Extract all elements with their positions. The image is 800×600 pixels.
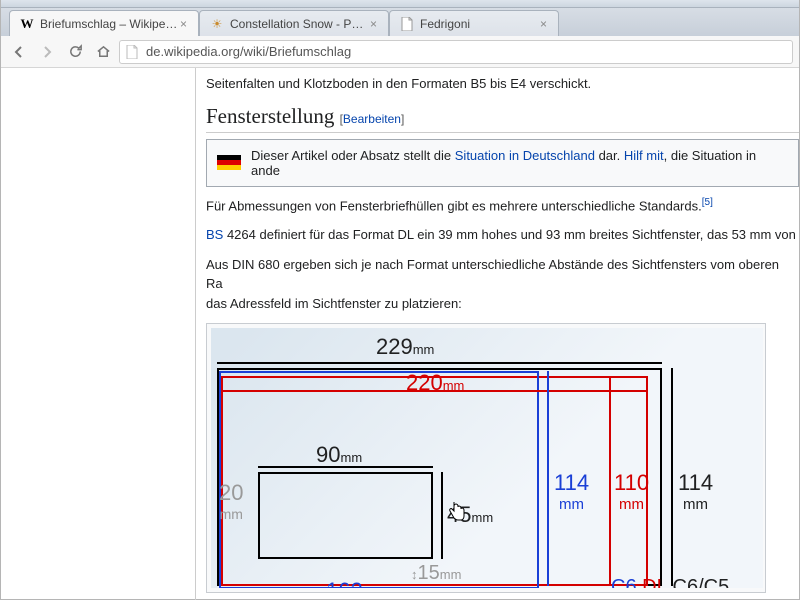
dim-114-black: 114mm: [678, 470, 713, 513]
forward-button[interactable]: [35, 40, 59, 64]
bs-link[interactable]: BS: [206, 227, 223, 242]
germany-flag-icon: [217, 155, 241, 170]
sidebar-gutter: [1, 68, 196, 600]
dim-20: 20mm: [219, 480, 243, 522]
toolbar: de.wikipedia.org/wiki/Briefumschlag: [1, 36, 799, 68]
tab-label: Briefumschlag – Wikipedia: [40, 17, 180, 31]
tab-bar: W Briefumschlag – Wikipedia × ☀ Constell…: [1, 8, 799, 36]
page-icon: [126, 45, 140, 59]
wikipedia-favicon-icon: W: [20, 17, 34, 31]
article-body: Seitenfalten und Klotzboden in den Forma…: [196, 68, 799, 600]
tab-constellation[interactable]: ☀ Constellation Snow - Pape ×: [199, 10, 389, 36]
close-icon[interactable]: ×: [180, 19, 190, 29]
notice-text: Dieser Artikel oder Absatz stellt die Si…: [251, 148, 788, 178]
tab-fedrigoni[interactable]: Fedrigoni ×: [389, 10, 559, 36]
format-labels: C6 DL C6/C5: [611, 576, 729, 588]
dim-220: 220mm: [406, 370, 464, 396]
dim-15: ↕15mm: [411, 562, 461, 585]
dim-229: 229mm: [376, 334, 434, 360]
paragraph-standards: Für Abmessungen von Fensterbriefhüllen g…: [206, 195, 799, 216]
close-icon[interactable]: ×: [370, 19, 380, 29]
back-button[interactable]: [7, 40, 31, 64]
envelope-diagram[interactable]: 229mm 220mm 90mm 20mm 45mm ↕15mm: [206, 323, 766, 593]
reference-5[interactable]: [5]: [702, 197, 713, 208]
reload-button[interactable]: [63, 40, 87, 64]
dim-114-blue: 114mm: [554, 470, 589, 513]
paragraph-bs4264: BS 4264 definiert für das Format DL ein …: [206, 225, 799, 245]
intro-fragment: Seitenfalten und Klotzboden in den Forma…: [206, 74, 799, 94]
sun-favicon-icon: ☀: [210, 17, 224, 31]
tab-label: Constellation Snow - Pape: [230, 17, 370, 31]
dim-45: 45mm: [447, 502, 493, 528]
edit-link[interactable]: Bearbeiten: [343, 112, 401, 126]
dim-162: 162mm: [326, 578, 384, 588]
dim-110: 110mm: [614, 470, 649, 513]
section-heading: Fensterstellung [Bearbeiten]: [206, 104, 799, 133]
close-icon[interactable]: ×: [540, 19, 550, 29]
tab-wikipedia[interactable]: W Briefumschlag – Wikipedia ×: [9, 10, 199, 36]
rect-window: [258, 472, 433, 559]
help-link[interactable]: Hilf mit: [624, 148, 664, 163]
situation-link[interactable]: Situation in Deutschland: [455, 148, 595, 163]
paragraph-din680: Aus DIN 680 ergeben sich je nach Format …: [206, 255, 799, 314]
section-title: Fensterstellung: [206, 104, 334, 128]
address-bar[interactable]: de.wikipedia.org/wiki/Briefumschlag: [119, 40, 793, 64]
country-notice: Dieser Artikel oder Absatz stellt die Si…: [206, 139, 799, 187]
url-text: de.wikipedia.org/wiki/Briefumschlag: [146, 44, 351, 59]
page-favicon-icon: [400, 17, 414, 31]
home-button[interactable]: [91, 40, 115, 64]
window-titlebar: [1, 0, 799, 8]
dim-90: 90mm: [316, 442, 362, 468]
tab-label: Fedrigoni: [420, 17, 540, 31]
